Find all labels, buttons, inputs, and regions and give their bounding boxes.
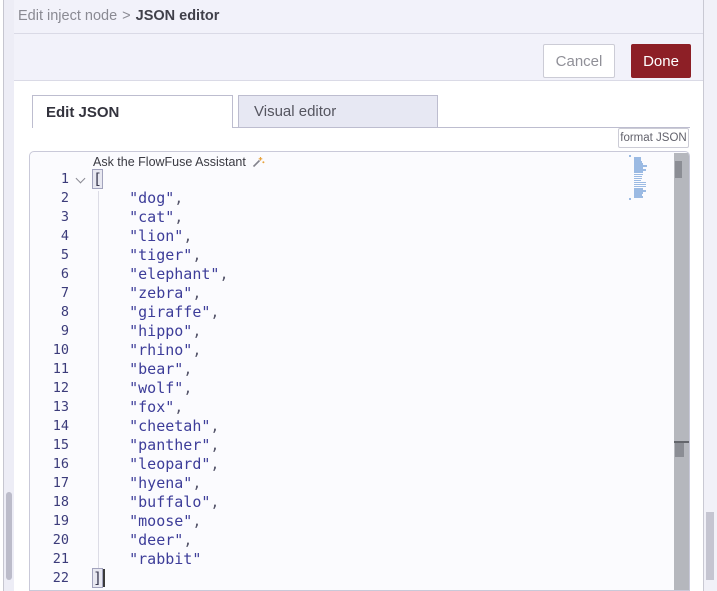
code-line[interactable]: 16 "leopard", bbox=[30, 455, 674, 474]
code-text: "leopard", bbox=[129, 455, 220, 473]
code-line[interactable]: 20 "deer", bbox=[30, 531, 674, 550]
line-number: 22 bbox=[52, 570, 69, 586]
code-text: "cheetah", bbox=[129, 417, 220, 435]
minimap-line bbox=[629, 198, 631, 200]
line-number: 3 bbox=[60, 209, 69, 225]
line-number: 20 bbox=[52, 532, 69, 548]
editor-scrollbar-marker-top bbox=[675, 161, 682, 178]
code-line[interactable]: 8 "giraffe", bbox=[30, 303, 674, 322]
line-number: 7 bbox=[60, 285, 69, 301]
breadcrumb-separator: > bbox=[122, 8, 131, 24]
code-line[interactable]: 18 "buffalo", bbox=[30, 493, 674, 512]
line-number: 2 bbox=[60, 190, 69, 206]
page-scrollbar-rail[interactable] bbox=[704, 0, 717, 591]
editor-scrollbar[interactable] bbox=[674, 153, 689, 590]
code-text: "panther", bbox=[129, 436, 220, 454]
code-text: "rhino", bbox=[129, 341, 202, 359]
line-number: 18 bbox=[52, 494, 69, 510]
line-number: 11 bbox=[52, 361, 69, 377]
code-line[interactable]: 2 "dog", bbox=[30, 189, 674, 208]
done-button[interactable]: Done bbox=[631, 44, 691, 78]
code-text: "moose", bbox=[129, 512, 202, 530]
minimap-line bbox=[633, 196, 644, 198]
code-text: [ bbox=[91, 169, 104, 189]
code-text: "cat", bbox=[129, 208, 184, 226]
line-number: 13 bbox=[52, 399, 69, 415]
line-number: 16 bbox=[52, 456, 69, 472]
breadcrumb-current: JSON editor bbox=[135, 8, 220, 24]
json-editor-dialog: Edit inject node > JSON editor Cancel Done… bbox=[0, 0, 717, 591]
code-line[interactable]: 1[ bbox=[30, 169, 674, 189]
line-number: 21 bbox=[52, 551, 69, 567]
minimap-line bbox=[629, 155, 631, 157]
line-number: 14 bbox=[52, 418, 69, 434]
line-number: 12 bbox=[52, 380, 69, 396]
code-line[interactable]: 19 "moose", bbox=[30, 512, 674, 531]
tab-visual-editor[interactable]: Visual editor bbox=[238, 95, 438, 128]
tab-edit-json-label: Edit JSON bbox=[46, 103, 120, 121]
line-number: 19 bbox=[52, 513, 69, 529]
code-text: "giraffe", bbox=[129, 303, 220, 321]
code-text: "zebra", bbox=[129, 284, 202, 302]
code-line[interactable]: 11 "bear", bbox=[30, 360, 674, 379]
code-line[interactable]: 17 "hyena", bbox=[30, 474, 674, 493]
code-text: "fox", bbox=[129, 398, 184, 416]
breadcrumb-parent[interactable]: Edit inject node bbox=[18, 8, 117, 24]
code-text: "bear", bbox=[129, 360, 193, 378]
tab-visual-editor-label: Visual editor bbox=[254, 103, 337, 120]
code-line[interactable]: 9 "hippo", bbox=[30, 322, 674, 341]
code-text: "tiger", bbox=[129, 246, 202, 264]
magic-wand-icon bbox=[252, 156, 265, 167]
format-json-button[interactable]: format JSON bbox=[618, 128, 689, 148]
code-text: "hyena", bbox=[129, 474, 202, 492]
text-cursor bbox=[103, 569, 105, 587]
code-text: "buffalo", bbox=[129, 493, 220, 511]
code-text: "lion", bbox=[129, 227, 193, 245]
code-line[interactable]: 3 "cat", bbox=[30, 208, 674, 227]
editor-scrollbar-thumb[interactable] bbox=[675, 443, 684, 457]
code-text: ] bbox=[91, 568, 104, 588]
assistant-hint[interactable]: Ask the FlowFuse Assistant bbox=[93, 153, 265, 170]
line-number: 15 bbox=[52, 437, 69, 453]
line-number: 8 bbox=[60, 304, 69, 320]
code-line[interactable]: 15 "panther", bbox=[30, 436, 674, 455]
line-number: 9 bbox=[60, 323, 69, 339]
line-number: 5 bbox=[60, 247, 69, 263]
assistant-label: Ask the FlowFuse Assistant bbox=[93, 154, 246, 169]
page-scrollbar-thumb[interactable] bbox=[706, 512, 714, 580]
code-line[interactable]: 10 "rhino", bbox=[30, 341, 674, 360]
line-number: 10 bbox=[52, 342, 69, 358]
code-line[interactable]: 21 "rabbit" bbox=[30, 550, 674, 569]
code-text: "deer", bbox=[129, 531, 193, 549]
code-line[interactable]: 4 "lion", bbox=[30, 227, 674, 246]
action-bar: Cancel Done bbox=[14, 34, 704, 81]
cancel-button[interactable]: Cancel bbox=[543, 44, 615, 78]
code-text: "wolf", bbox=[129, 379, 193, 397]
code-line[interactable]: 12 "wolf", bbox=[30, 379, 674, 398]
code-text: "elephant", bbox=[129, 265, 229, 283]
breadcrumb: Edit inject node > JSON editor bbox=[18, 8, 219, 24]
code-line[interactable]: 7 "zebra", bbox=[30, 284, 674, 303]
left-scrollbar-rail[interactable] bbox=[3, 0, 14, 591]
line-number: 17 bbox=[52, 475, 69, 491]
code-text: "rabbit" bbox=[129, 550, 202, 568]
code-editor[interactable]: Ask the FlowFuse Assistant 1[2 "dog", 3 "… bbox=[29, 151, 690, 591]
code-text: "dog", bbox=[129, 189, 184, 207]
breadcrumb-bar: Edit inject node > JSON editor bbox=[14, 0, 704, 34]
code-line[interactable]: 13 "fox", bbox=[30, 398, 674, 417]
line-number: 4 bbox=[60, 228, 69, 244]
code-text: "hippo", bbox=[129, 322, 202, 340]
code-line[interactable]: 14 "cheetah", bbox=[30, 417, 674, 436]
line-number: 1 bbox=[60, 171, 69, 187]
code-line[interactable]: 5 "tiger", bbox=[30, 246, 674, 265]
fold-chevron-icon[interactable] bbox=[75, 173, 86, 184]
line-number: 6 bbox=[60, 266, 69, 282]
code-line[interactable]: 6 "elephant", bbox=[30, 265, 674, 284]
left-scrollbar-thumb[interactable] bbox=[6, 492, 12, 580]
tab-edit-json[interactable]: Edit JSON bbox=[32, 95, 233, 128]
code-line[interactable]: 22] bbox=[30, 568, 674, 588]
